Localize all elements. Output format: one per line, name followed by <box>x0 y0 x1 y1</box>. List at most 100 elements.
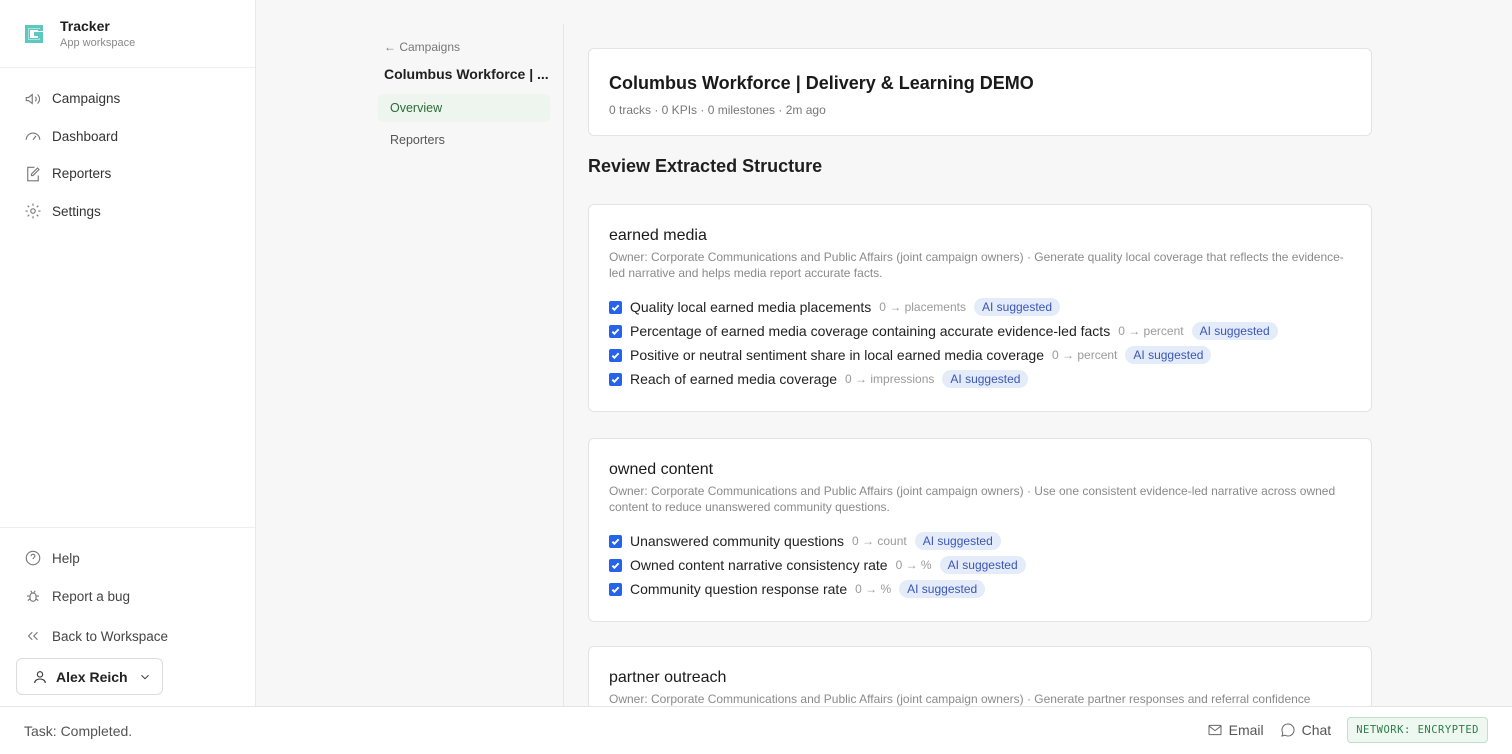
brand: Tracker App workspace <box>0 0 255 68</box>
kpi-checkbox[interactable] <box>609 558 622 572</box>
kpi-row: Percentage of earned media coverage cont… <box>609 319 1351 343</box>
campaign-subnav: ← Campaigns Columbus Workforce | ... Ove… <box>378 40 564 154</box>
ai-suggested-badge: AI suggested <box>973 298 1061 316</box>
page-title: Columbus Workforce | Delivery & Learning… <box>609 73 1034 93</box>
kpi-label: Reach of earned media coverage <box>630 371 838 387</box>
ai-suggested-badge: AI suggested <box>1125 346 1212 364</box>
section-title: Review Extracted Structure <box>588 156 823 176</box>
chat-label: Chat <box>1301 722 1332 738</box>
vertical-divider <box>563 24 564 706</box>
kpi-label: Quality local earned media placements <box>630 299 872 315</box>
sidebar-item-dashboard[interactable]: Dashboard <box>0 118 255 156</box>
tab-overview[interactable]: Overview <box>378 94 550 122</box>
double-chevron-left-icon <box>27 631 38 641</box>
footer-actions: Email Chat NETWORK: ENCRYPTED <box>1207 717 1488 743</box>
sidebar-item-label: Campaigns <box>52 91 121 107</box>
track-card-owned-content: owned content Owner: Corporate Communica… <box>588 438 1372 622</box>
sidebar: Tracker App workspace Campaigns Dashboar… <box>0 0 256 706</box>
check-icon <box>611 538 620 545</box>
check-icon <box>611 562 620 569</box>
kpi-target: 0 → % <box>895 558 932 572</box>
kpi-list: Quality local earned media placements 0 … <box>609 295 1351 391</box>
kpi-target: 0 → count <box>852 534 907 548</box>
chevron-down-icon <box>140 674 149 679</box>
sidebar-item-label: Dashboard <box>52 128 119 144</box>
kpi-target: 0 → impressions <box>845 372 935 386</box>
kpi-row: Unanswered community questions 0 → count… <box>609 529 1351 553</box>
check-icon <box>611 376 620 383</box>
check-icon <box>611 304 620 311</box>
report-bug-link[interactable]: Report a bug <box>0 577 255 615</box>
kpi-label: Percentage of earned media coverage cont… <box>630 323 1111 339</box>
kpi-checkbox[interactable] <box>609 534 622 548</box>
ai-suggested-badge: AI suggested <box>899 580 986 598</box>
track-name: owned content <box>609 461 714 478</box>
user-icon <box>34 670 46 683</box>
campaign-meta: 0 tracks · 0 KPIs · 0 milestones · 2m ag… <box>609 103 826 117</box>
kpi-list: Unanswered community questions 0 → count… <box>609 529 1351 601</box>
sidebar-item-label: Reporters <box>52 166 112 182</box>
chat-bubble-icon <box>1280 723 1295 737</box>
megaphone-icon <box>25 93 41 105</box>
bug-icon <box>27 590 39 602</box>
email-button[interactable]: Email <box>1207 722 1264 738</box>
sidebar-bottom: Help Report a bug Back to Workspace Alex… <box>0 527 255 695</box>
kpi-label: Community question response rate <box>630 581 848 597</box>
track-name: earned media <box>609 227 707 244</box>
kpi-checkbox[interactable] <box>609 348 622 362</box>
help-label: Help <box>52 550 80 566</box>
gear-icon <box>25 203 41 219</box>
mail-icon <box>1208 724 1222 736</box>
back-to-workspace-link[interactable]: Back to Workspace <box>0 617 255 655</box>
chat-button[interactable]: Chat <box>1280 722 1332 738</box>
help-circle-icon <box>25 550 41 566</box>
ai-suggested-badge: AI suggested <box>1191 322 1278 340</box>
back-to-campaigns-link[interactable]: ← Campaigns <box>384 40 564 58</box>
report-bug-label: Report a bug <box>52 588 131 604</box>
gauge-icon <box>25 132 41 141</box>
kpi-target: 0 → % <box>855 582 892 596</box>
sidebar-item-settings[interactable]: Settings <box>0 193 255 231</box>
tab-reporters[interactable]: Reporters <box>378 126 550 154</box>
app-name: Tracker <box>60 18 110 34</box>
main-content: Columbus Workforce | Delivery & Learning… <box>588 48 1372 726</box>
email-label: Email <box>1228 722 1264 738</box>
task-status: Task: Completed. <box>24 722 133 739</box>
kpi-row: Community question response rate 0 → % A… <box>609 577 1351 601</box>
sidebar-item-reporters[interactable]: Reporters <box>0 155 255 193</box>
help-link[interactable]: Help <box>0 539 255 577</box>
ai-suggested-badge: AI suggested <box>939 556 1026 574</box>
user-menu-button[interactable]: Alex Reich <box>16 658 163 695</box>
kpi-label: Unanswered community questions <box>630 533 844 549</box>
kpi-label: Positive or neutral sentiment share in l… <box>630 347 1045 363</box>
kpi-row: Reach of earned media coverage 0 → impre… <box>609 367 1351 391</box>
kpi-target: 0 → percent <box>1118 324 1184 338</box>
status-bar: Task: Completed. Email Chat NETWORK: ENC… <box>0 706 1512 754</box>
kpi-row: Positive or neutral sentiment share in l… <box>609 343 1351 367</box>
check-icon <box>611 352 620 359</box>
sidebar-item-campaigns[interactable]: Campaigns <box>0 80 255 118</box>
kpi-label: Owned content narrative consistency rate <box>630 557 888 573</box>
campaign-header-card: Columbus Workforce | Delivery & Learning… <box>588 48 1372 136</box>
sidebar-item-label: Settings <box>52 203 101 219</box>
kpi-checkbox[interactable] <box>609 324 622 338</box>
track-description: Owner: Corporate Communications and Publ… <box>609 250 1344 280</box>
kpi-row: Owned content narrative consistency rate… <box>609 553 1351 577</box>
track-card-earned-media: earned media Owner: Corporate Communicat… <box>588 204 1372 412</box>
campaign-title: Columbus Workforce | ... <box>384 66 549 82</box>
check-icon <box>611 586 620 593</box>
back-to-workspace-label: Back to Workspace <box>52 628 169 644</box>
track-name: partner outreach <box>609 669 727 686</box>
app-logo-icon <box>25 24 43 43</box>
kpi-target: 0 → percent <box>1052 348 1118 362</box>
track-description: Owner: Corporate Communications and Publ… <box>609 484 1336 514</box>
kpi-checkbox[interactable] <box>609 372 622 386</box>
check-icon <box>611 328 620 335</box>
kpi-checkbox[interactable] <box>609 582 622 596</box>
kpi-target: 0 → placements <box>879 300 966 314</box>
kpi-checkbox[interactable] <box>609 300 622 314</box>
edit-doc-icon <box>27 166 40 182</box>
ai-suggested-badge: AI suggested <box>942 370 1029 388</box>
user-name: Alex Reich <box>56 668 128 685</box>
main-nav: Campaigns Dashboard Reporters Settings <box>0 68 255 230</box>
